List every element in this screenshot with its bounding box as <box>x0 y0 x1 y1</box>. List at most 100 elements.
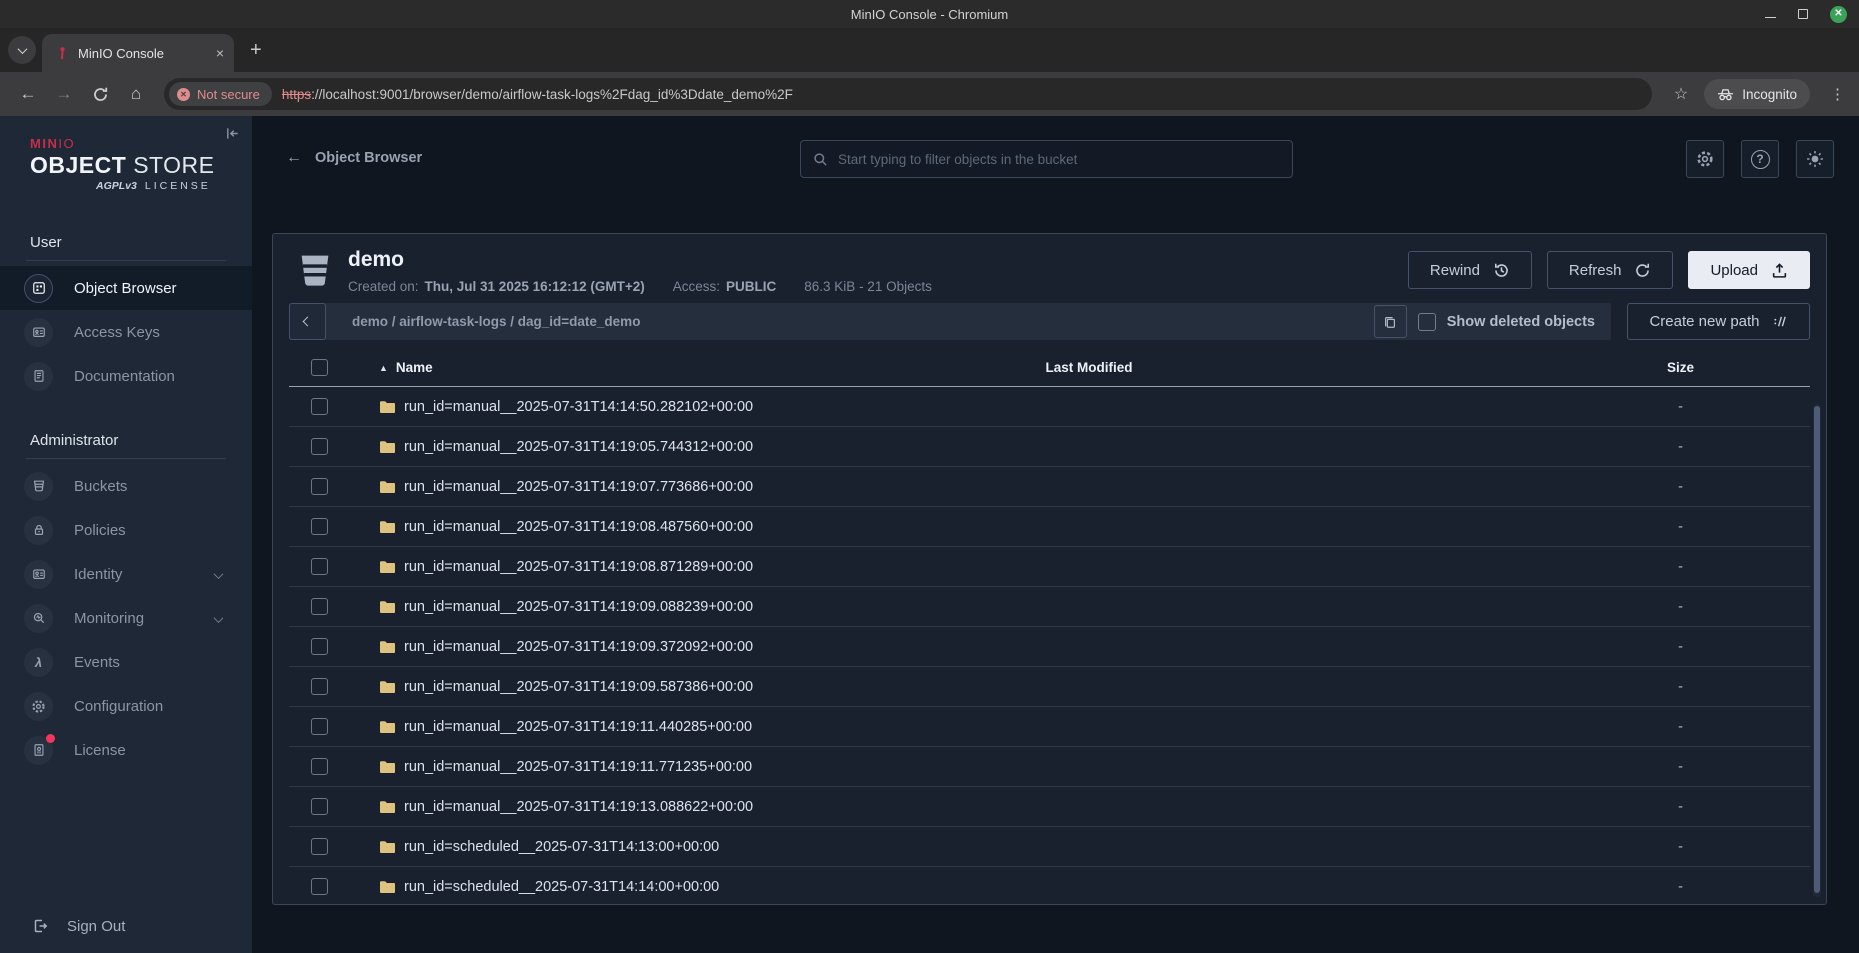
page-back-icon[interactable]: ← <box>286 149 302 167</box>
show-deleted-checkbox[interactable] <box>1418 313 1436 331</box>
home-icon[interactable]: ⌂ <box>122 84 150 104</box>
table-row[interactable]: run_id=scheduled__2025-07-31T14:13:00+00… <box>289 827 1810 867</box>
maximize-icon[interactable] <box>1798 9 1808 19</box>
sidebar-item-object-browser[interactable]: Object Browser <box>0 266 252 310</box>
sidebar-item-access-keys[interactable]: Access Keys <box>0 310 252 354</box>
browser-menu-icon[interactable]: ⋮ <box>1830 85 1845 103</box>
table-row[interactable]: run_id=manual__2025-07-31T14:19:05.74431… <box>289 427 1810 467</box>
object-name[interactable]: run_id=manual__2025-07-31T14:19:13.08862… <box>404 799 753 815</box>
row-checkbox[interactable] <box>311 598 328 615</box>
table-row[interactable]: run_id=manual__2025-07-31T14:14:50.28210… <box>289 387 1810 427</box>
row-checkbox[interactable] <box>311 638 328 655</box>
theme-toggle-button[interactable] <box>1796 140 1834 178</box>
table-row[interactable]: run_id=manual__2025-07-31T14:19:11.77123… <box>289 747 1810 787</box>
sidebar-item-events[interactable]: λ Events <box>0 640 252 684</box>
row-checkbox[interactable] <box>311 518 328 535</box>
tab-close-icon[interactable]: × <box>216 45 224 61</box>
table-row[interactable]: run_id=manual__2025-07-31T14:19:13.08862… <box>289 787 1810 827</box>
sidebar-item-documentation[interactable]: Documentation <box>0 354 252 398</box>
chevron-down-icon[interactable] <box>215 566 222 583</box>
object-name[interactable]: run_id=manual__2025-07-31T14:19:11.77123… <box>404 759 752 775</box>
folder-icon <box>379 680 396 694</box>
refresh-button[interactable]: Refresh <box>1547 251 1674 289</box>
table-row[interactable]: run_id=scheduled__2025-07-31T14:14:00+00… <box>289 867 1810 905</box>
row-checkbox[interactable] <box>311 558 328 575</box>
sign-out-label: Sign Out <box>67 918 125 935</box>
row-checkbox[interactable] <box>311 758 328 775</box>
not-secure-chip[interactable]: ✕ Not secure <box>169 82 272 106</box>
column-size[interactable]: Size <box>1579 360 1810 375</box>
object-name[interactable]: run_id=scheduled__2025-07-31T14:13:00+00… <box>404 839 719 855</box>
sign-out-button[interactable]: Sign Out <box>0 899 252 953</box>
reload-icon[interactable] <box>86 86 114 103</box>
minimize-icon[interactable] <box>1765 17 1776 18</box>
object-size: - <box>1579 839 1810 855</box>
sidebar-item-monitoring[interactable]: Monitoring <box>0 596 252 640</box>
close-icon[interactable]: ✕ <box>1830 6 1847 23</box>
object-name[interactable]: run_id=manual__2025-07-31T14:19:09.08823… <box>404 599 753 615</box>
tab-search-button[interactable] <box>8 36 36 64</box>
new-tab-button[interactable]: + <box>250 39 262 62</box>
table-row[interactable]: run_id=manual__2025-07-31T14:19:09.58738… <box>289 667 1810 707</box>
table-row[interactable]: run_id=manual__2025-07-31T14:19:09.08823… <box>289 587 1810 627</box>
bookmark-star-icon[interactable]: ☆ <box>1674 84 1688 104</box>
create-new-path-button[interactable]: Create new path <box>1627 303 1810 340</box>
table-scrollbar[interactable] <box>1813 404 1821 897</box>
scrollbar-thumb[interactable] <box>1814 406 1820 893</box>
select-all-checkbox[interactable] <box>311 359 328 376</box>
not-secure-label: Not secure <box>197 87 260 102</box>
sidebar-item-policies[interactable]: Policies <box>0 508 252 552</box>
sidebar-collapse-icon[interactable] <box>225 126 240 141</box>
address-bar[interactable]: ✕ Not secure https://localhost:9001/brow… <box>164 78 1652 110</box>
object-name[interactable]: run_id=manual__2025-07-31T14:19:08.87128… <box>404 559 753 575</box>
search-input[interactable] <box>838 152 1280 167</box>
object-name[interactable]: run_id=manual__2025-07-31T14:19:07.77368… <box>404 479 753 495</box>
row-checkbox[interactable] <box>311 398 328 415</box>
brand-bold: MIN <box>30 136 58 151</box>
tab-minio-console[interactable]: MinIO Console × <box>42 34 234 72</box>
rewind-button[interactable]: Rewind <box>1408 251 1532 289</box>
row-checkbox[interactable] <box>311 798 328 815</box>
column-last-modified[interactable]: Last Modified <box>849 360 1329 375</box>
sidebar-item-buckets[interactable]: Buckets <box>0 464 252 508</box>
back-icon[interactable]: ← <box>14 84 42 104</box>
divider <box>26 458 226 459</box>
sidebar-item-configuration[interactable]: Configuration <box>0 684 252 728</box>
folder-icon <box>379 480 396 494</box>
column-name[interactable]: Name <box>396 360 433 375</box>
sort-asc-icon[interactable]: ▲ <box>379 363 388 373</box>
help-button[interactable]: ? <box>1741 140 1779 178</box>
settings-button[interactable] <box>1686 140 1724 178</box>
row-checkbox[interactable] <box>311 438 328 455</box>
table-row[interactable]: run_id=manual__2025-07-31T14:19:11.44028… <box>289 707 1810 747</box>
table-row[interactable]: run_id=manual__2025-07-31T14:19:09.37209… <box>289 627 1810 667</box>
row-checkbox[interactable] <box>311 878 328 895</box>
object-name[interactable]: run_id=manual__2025-07-31T14:19:09.37209… <box>404 639 753 655</box>
folder-icon <box>379 520 396 534</box>
table-row[interactable]: run_id=manual__2025-07-31T14:19:08.87128… <box>289 547 1810 587</box>
bucket-meta: Created on: Thu, Jul 31 2025 16:12:12 (G… <box>348 279 932 294</box>
object-size: - <box>1579 639 1810 655</box>
row-checkbox[interactable] <box>311 838 328 855</box>
path-back-button[interactable] <box>289 303 326 340</box>
sidebar-item-identity[interactable]: Identity <box>0 552 252 596</box>
forward-icon[interactable]: → <box>50 84 78 104</box>
chevron-down-icon[interactable] <box>215 610 222 627</box>
row-checkbox[interactable] <box>311 718 328 735</box>
object-name[interactable]: run_id=scheduled__2025-07-31T14:14:00+00… <box>404 879 719 895</box>
breadcrumb[interactable]: demo / airflow-task-logs / dag_id=date_d… <box>352 314 1374 329</box>
table-row[interactable]: run_id=manual__2025-07-31T14:19:08.48756… <box>289 507 1810 547</box>
object-size: - <box>1579 439 1810 455</box>
object-name[interactable]: run_id=manual__2025-07-31T14:14:50.28210… <box>404 399 753 415</box>
object-name[interactable]: run_id=manual__2025-07-31T14:19:05.74431… <box>404 439 753 455</box>
object-name[interactable]: run_id=manual__2025-07-31T14:19:08.48756… <box>404 519 753 535</box>
object-name[interactable]: run_id=manual__2025-07-31T14:19:11.44028… <box>404 719 752 735</box>
table-row[interactable]: run_id=manual__2025-07-31T14:19:07.77368… <box>289 467 1810 507</box>
copy-path-button[interactable] <box>1374 305 1407 338</box>
upload-button[interactable]: Upload <box>1688 251 1810 289</box>
sidebar-item-license[interactable]: License <box>0 728 252 772</box>
create-path-icon <box>1772 314 1788 329</box>
row-checkbox[interactable] <box>311 678 328 695</box>
row-checkbox[interactable] <box>311 478 328 495</box>
object-name[interactable]: run_id=manual__2025-07-31T14:19:09.58738… <box>404 679 753 695</box>
